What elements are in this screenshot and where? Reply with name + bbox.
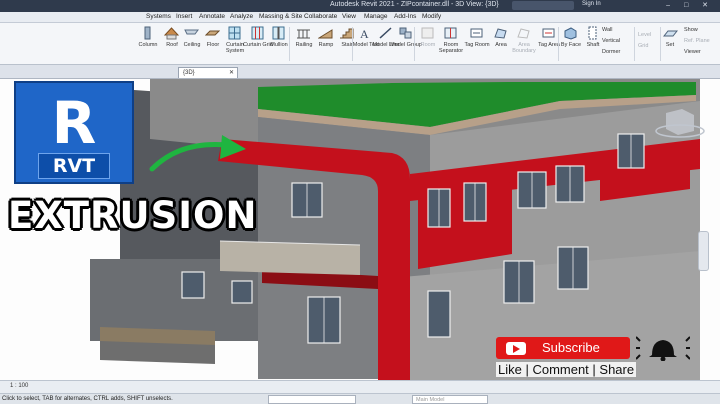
area-icon (494, 28, 507, 39)
tab-view[interactable]: View (342, 13, 356, 20)
navigation-bar[interactable] (698, 231, 709, 271)
wall-opening-button[interactable]: Wall (602, 27, 613, 33)
model-text-icon: A (360, 27, 369, 40)
set-workplane-button[interactable]: Set (660, 26, 680, 64)
ribbon-panel: Column Roof Ceiling Floor Curtain System… (0, 23, 720, 65)
ref-plane-button[interactable]: Ref. Plane (684, 38, 710, 44)
tab-manage[interactable]: Manage (364, 13, 388, 20)
window-title: Autodesk Revit 2021 - ZIPcontainer.dll -… (330, 1, 499, 8)
vertical-opening-button[interactable]: Vertical (602, 38, 620, 44)
view-control-bar: 1 : 100 (0, 380, 720, 393)
tab-modify[interactable]: Modify (422, 13, 441, 20)
curtain-system-icon (228, 26, 241, 40)
tag-area-icon (542, 28, 555, 38)
view-tab-bar: {3D} ✕ (0, 65, 720, 79)
status-message: Click to select, TAB for alternates, CTR… (2, 396, 173, 402)
workplane-icon (663, 30, 678, 37)
ribbon-tab-bar: Systems Insert Annotate Analyze Massing … (0, 12, 720, 23)
logo-rvt-text: RVT (38, 153, 110, 179)
like-comment-share-text: Like | Comment | Share (496, 362, 637, 377)
bell-icon[interactable] (636, 335, 690, 361)
level-button[interactable]: Level (638, 32, 651, 38)
status-bar: Click to select, TAB for alternates, CTR… (0, 393, 720, 404)
tab-collaborate[interactable]: Collaborate (304, 13, 337, 20)
logo-letter: R (51, 89, 97, 157)
view-tab-label: {3D} (183, 70, 195, 76)
subscribe-button[interactable]: Subscribe (496, 337, 630, 359)
search-input[interactable] (512, 1, 574, 10)
column-icon (144, 26, 151, 40)
workset-dropdown[interactable] (268, 395, 356, 404)
show-workplane-button[interactable]: Show (684, 27, 698, 33)
dormer-opening-button[interactable]: Dormer (602, 49, 620, 55)
model-group-icon (399, 27, 412, 39)
revit-logo: R RVT (14, 81, 134, 184)
room-icon (421, 27, 434, 39)
ceiling-icon (184, 29, 199, 35)
room-separator-icon (444, 27, 457, 39)
curtain-grid-icon (251, 26, 264, 40)
tag-room-icon (470, 28, 483, 38)
ramp-icon (318, 29, 333, 39)
youtube-play-icon (506, 342, 526, 355)
viewer-button[interactable]: Viewer (684, 49, 701, 55)
ribbon-separator (634, 27, 635, 61)
tab-insert[interactable]: Insert (176, 13, 192, 20)
view-scale[interactable]: 1 : 100 (10, 383, 28, 389)
sign-in-button[interactable]: Sign In (582, 1, 601, 7)
tab-massing-site[interactable]: Massing & Site (259, 13, 302, 20)
railing-icon (297, 29, 310, 39)
area-boundary-icon (517, 28, 530, 39)
by-face-icon (564, 27, 577, 40)
close-icon[interactable]: ✕ (229, 68, 234, 78)
window-controls[interactable]: – □ ✕ (666, 1, 714, 9)
tab-analyze[interactable]: Analyze (230, 13, 253, 20)
3d-viewport[interactable]: R RVT EXTRUSION (0, 79, 720, 380)
tab-add-ins[interactable]: Add-Ins (394, 13, 416, 20)
title-bar: Autodesk Revit 2021 - ZIPcontainer.dll -… (0, 0, 720, 12)
view-tab-3d[interactable]: {3D} ✕ (178, 67, 238, 78)
grid-button[interactable]: Grid (638, 43, 648, 49)
shaft-icon (588, 26, 597, 40)
set-label: Set (665, 42, 675, 48)
svg-text:A: A (360, 27, 369, 40)
roof-icon (164, 27, 179, 40)
model-line-icon (379, 27, 392, 39)
subscribe-label: Subscribe (542, 340, 600, 355)
design-option-dropdown[interactable]: Main Model (412, 395, 488, 404)
floor-icon (205, 30, 220, 36)
tab-systems[interactable]: Systems (146, 13, 171, 20)
mullion-icon (272, 26, 285, 40)
headline-text: EXTRUSION (8, 194, 258, 237)
tab-annotate[interactable]: Annotate (199, 13, 225, 20)
